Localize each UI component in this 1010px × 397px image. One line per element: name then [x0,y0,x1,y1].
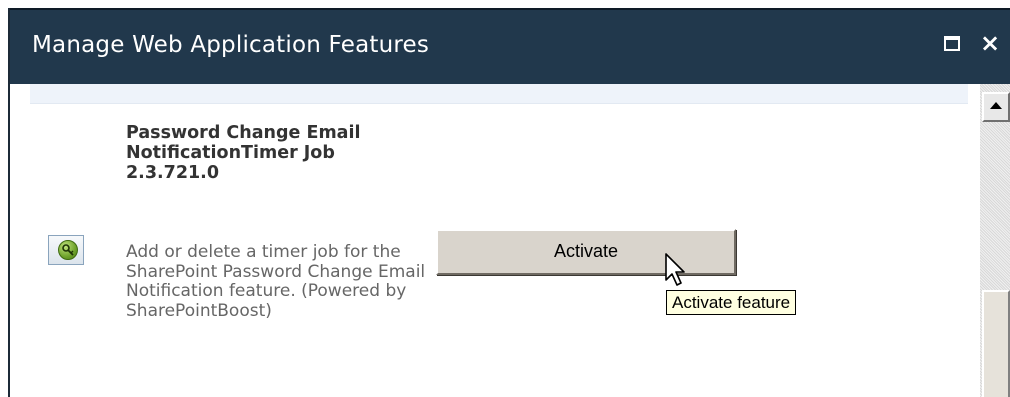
feature-description: Add or delete a timer job for the ShareP… [126,242,426,321]
mouse-pointer-icon [665,253,685,286]
dialog-titlebar: Manage Web Application Features × [10,8,1010,84]
feature-key-icon [48,235,84,265]
feature-title: Password Change Email NotificationTimer … [126,123,361,183]
dialog-title: Manage Web Application Features [32,32,430,58]
scroll-thumb[interactable] [982,290,1010,397]
vertical-scrollbar[interactable] [980,84,1010,397]
close-icon[interactable]: × [980,28,1004,58]
manage-features-dialog: Manage Web Application Features × Passwo… [8,8,1010,397]
activate-tooltip: Activate feature [666,290,797,315]
scroll-up-arrow-icon[interactable] [982,92,1010,122]
activate-button[interactable]: Activate [436,229,736,275]
dialog-content: Password Change Email NotificationTimer … [10,84,980,397]
section-separator [30,84,968,104]
maximize-icon[interactable] [944,36,960,51]
